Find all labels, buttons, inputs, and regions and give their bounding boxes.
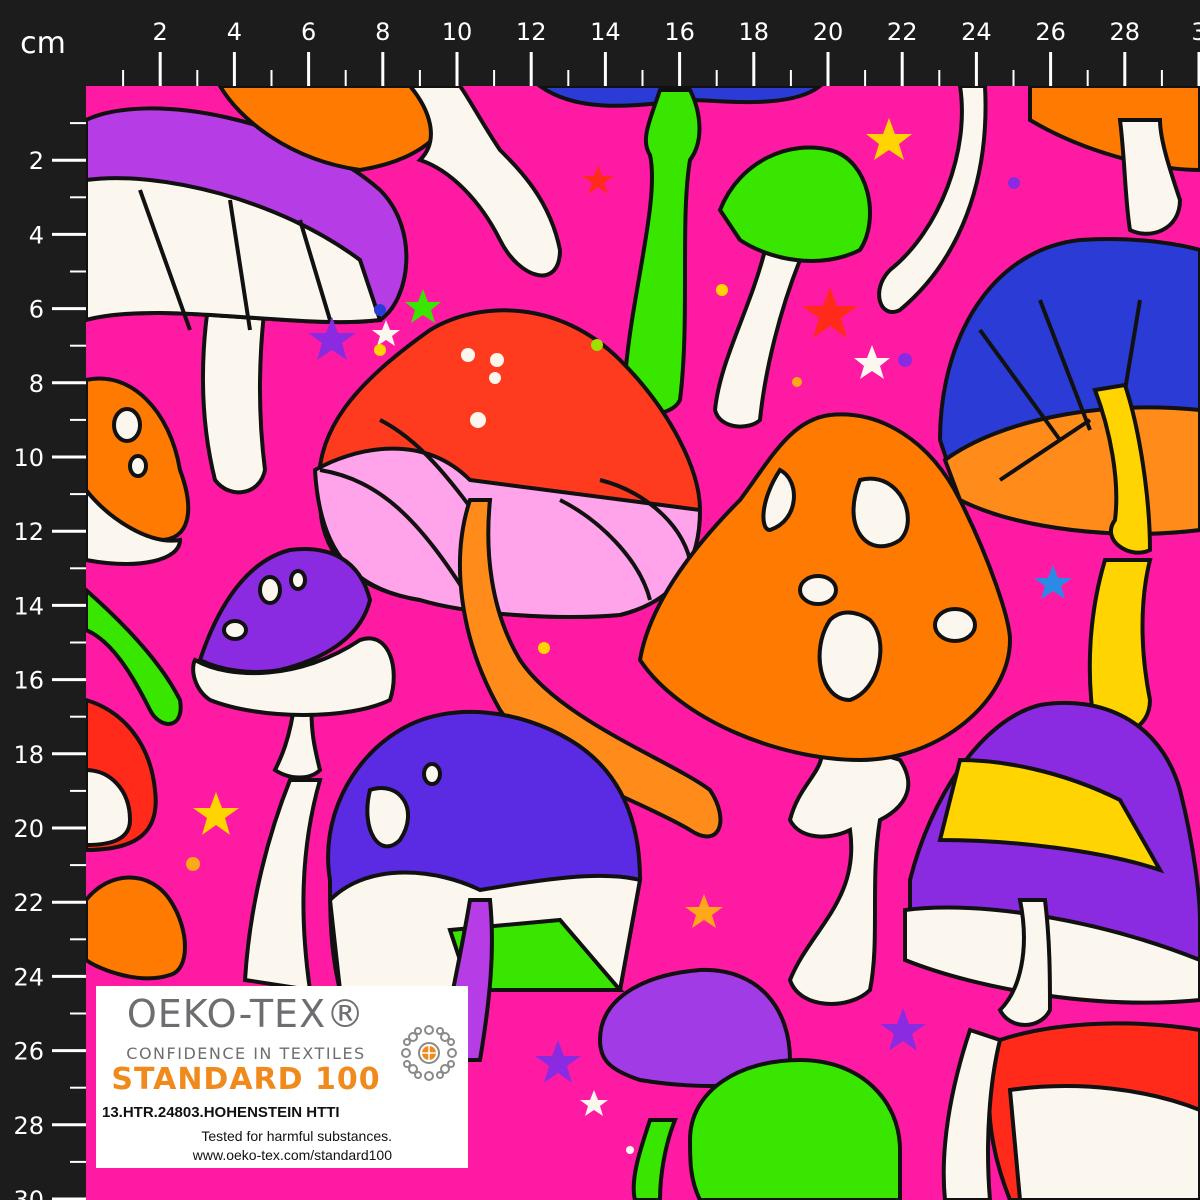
oeko-tex-url: www.oeko-tex.com/standard100: [192, 1147, 392, 1163]
ruler-left-label: 16: [13, 667, 44, 695]
ruler-top-label: 22: [887, 18, 918, 46]
ruler-top-label: 24: [961, 18, 992, 46]
ruler-top-label: 26: [1035, 18, 1066, 46]
ruler-top-label: 12: [516, 18, 547, 46]
ruler-top-label: 28: [1110, 18, 1141, 46]
oeko-tex-cert-id: 13.HTR.24803.HOHENSTEIN HTTI: [102, 1104, 340, 1121]
ruler-left-label: 10: [13, 444, 44, 472]
ruler-top-label: 8: [375, 18, 390, 46]
oeko-tex-tagline: CONFIDENCE IN TEXTILES: [126, 1044, 366, 1063]
ruler-left-label: 4: [29, 221, 44, 249]
ruler-left-label: 24: [13, 963, 44, 991]
oeko-tex-brand: OEKO-TEX®: [126, 992, 366, 1036]
ruler-top-label: 3: [1191, 18, 1200, 46]
ruler-left-label: 14: [13, 592, 44, 620]
ruler-left-label: 20: [13, 815, 44, 843]
ruler-left-label: 30: [13, 1186, 44, 1200]
ruler-top-label: 10: [442, 18, 473, 46]
ruler-top-label: 18: [739, 18, 770, 46]
ruler-unit-label: cm: [0, 0, 86, 86]
ruler-left-label: 2: [29, 147, 44, 175]
oeko-tex-seal-icon: [401, 1025, 457, 1081]
ruler-top-label: 6: [301, 18, 316, 46]
oeko-tex-standard: STANDARD 100: [111, 1062, 381, 1097]
ruler-top-label: 4: [227, 18, 242, 46]
ruler-left-label: 22: [13, 889, 44, 917]
ruler-top-label: 2: [153, 18, 168, 46]
ruler-top-label: 16: [664, 18, 695, 46]
ruler-top-label: 14: [590, 18, 621, 46]
oeko-tex-tested: Tested for harmful substances.: [201, 1128, 392, 1144]
oeko-tex-label: OEKO-TEX® CONFIDENCE IN TEXTILES STANDAR…: [96, 986, 468, 1168]
ruler-left-label: 12: [13, 518, 44, 546]
ruler-top-label: 20: [813, 18, 844, 46]
mushroom-red-bottomright: [941, 1021, 1200, 1200]
ruler-left-label: 28: [13, 1112, 44, 1140]
ruler-left-label: 18: [13, 741, 44, 769]
ruler-left-label: 26: [13, 1038, 44, 1066]
ruler-left-label: 8: [29, 370, 44, 398]
ruler-left-label: 6: [29, 296, 44, 324]
